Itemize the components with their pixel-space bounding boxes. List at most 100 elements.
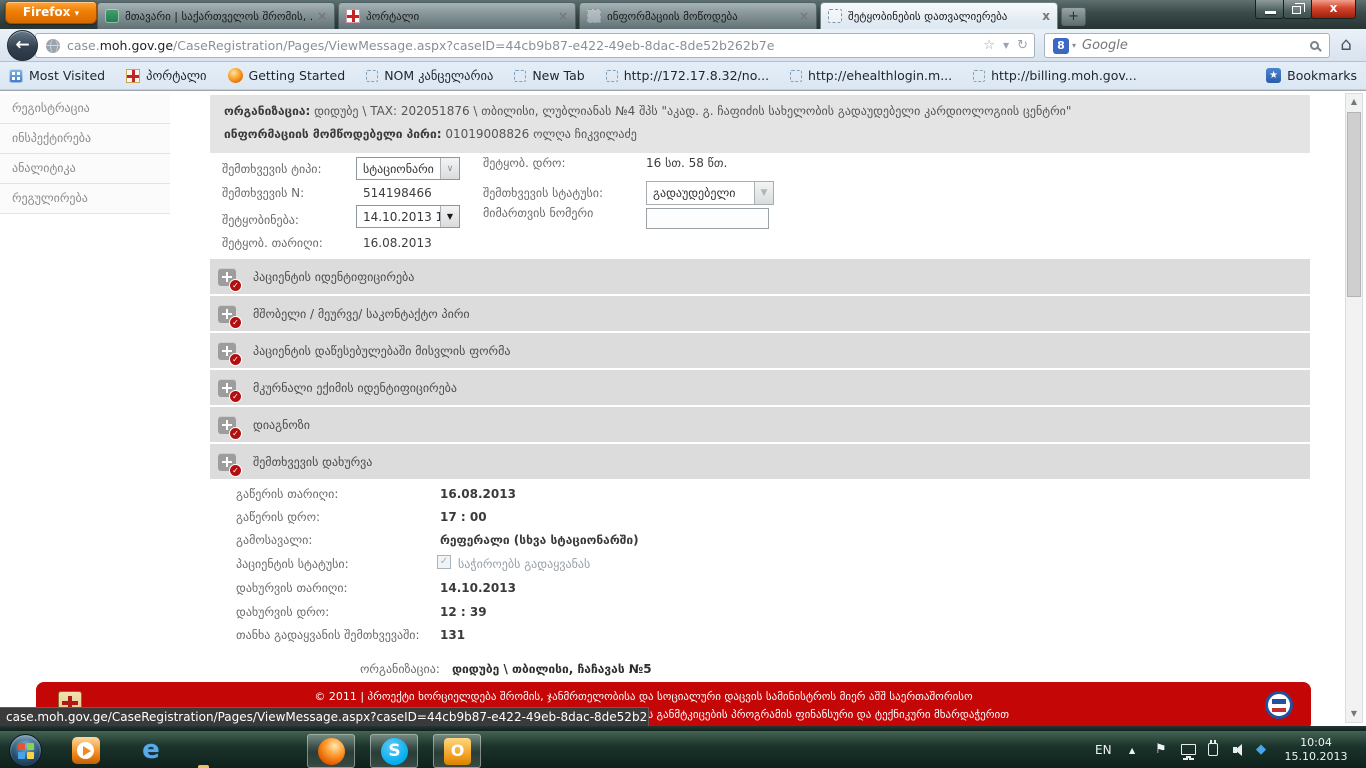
notification-time-label: შეტყობ. დრო: [483, 156, 565, 170]
engine-dropdown-icon[interactable]: ▾ [1072, 41, 1076, 50]
back-button[interactable]: ← [7, 30, 38, 61]
accordion-arrival-form[interactable]: ✓ პაციენტის დაწესებულებაში მისვლის ფორმა [210, 333, 1310, 368]
firefox-icon [318, 738, 345, 765]
clock-date: 15.10.2013 [1284, 750, 1348, 764]
bookmarks-toolbar: Most Visited პორტალი Getting Started NOM… [0, 62, 1366, 90]
google-engine-icon[interactable]: 8 [1053, 38, 1069, 54]
scrollbar-thumb[interactable] [1347, 112, 1361, 297]
restore-button[interactable] [1283, 0, 1312, 19]
accordion-case-closure[interactable]: ✓ შემთხვევის დახურვა [210, 444, 1310, 479]
placeholder-bookmark-icon [790, 70, 802, 82]
sidebar-item-inspection[interactable]: ინსპექტირება [0, 124, 170, 154]
hidden-icons-arrow-icon[interactable]: ▲ [1129, 732, 1135, 768]
notification-datetime-dropdown[interactable]: 14.10.2013 12:39 ▼ [356, 205, 460, 228]
taskbar-outlook-button[interactable]: O [433, 734, 481, 768]
search-icon[interactable] [1310, 41, 1319, 50]
tab-close-icon[interactable]: × [799, 9, 809, 23]
tab-close-icon[interactable]: × [558, 9, 568, 23]
closure-date-value: 14.10.2013 [440, 581, 516, 595]
language-indicator[interactable]: EN [1095, 732, 1112, 768]
minimize-button[interactable] [1255, 0, 1284, 19]
provider-line: ინფორმაციის მომწოდებელი პირი: 0101900882… [224, 127, 1296, 141]
accordion-attending-doctor[interactable]: ✓ მკურნალი ექიმის იდენტიფიცირება [210, 370, 1310, 405]
show-bookmarks-button[interactable]: ★Bookmarks [1266, 68, 1357, 83]
reload-icon[interactable]: ↻ [1017, 38, 1028, 53]
case-type-dropdown[interactable]: სტაციონარი ∨ [356, 157, 460, 180]
chevron-down-icon[interactable]: ∨ [440, 158, 459, 179]
firefox-icon [228, 68, 243, 83]
bookmark-portal[interactable]: პორტალი [126, 68, 206, 83]
status-bar-link-preview: case.moh.gov.ge/CaseRegistration/Pages/V… [0, 707, 649, 726]
sidebar-item-registration[interactable]: რეგისტრაცია [0, 94, 170, 124]
globe-site-icon [46, 39, 60, 53]
expand-plus-icon[interactable]: ✓ [218, 268, 236, 286]
screen: Firefox ▾ მთავარი | საქართველოს შრომის, … [0, 0, 1366, 768]
url-path: /CaseRegistration/Pages/ViewMessage.aspx… [173, 38, 975, 53]
transfer-amount-value: 131 [440, 628, 465, 642]
window-controls: x [1256, 0, 1356, 19]
new-tab-button[interactable]: + [1061, 7, 1086, 26]
tab-portal[interactable]: პორტალი × [338, 2, 576, 29]
expand-plus-icon[interactable]: ✓ [218, 379, 236, 397]
power-plug-icon[interactable] [1208, 743, 1218, 756]
accordion-parent-guardian-contact[interactable]: ✓ მშობელი / მეურვე/ საკონტაქტო პირი [210, 296, 1310, 331]
bookmark-nom-chancellery[interactable]: NOM კანცელარია [366, 68, 493, 83]
referral-number-input[interactable] [646, 208, 769, 229]
close-button[interactable]: x [1311, 0, 1356, 19]
tab-close-icon[interactable]: × [317, 9, 327, 23]
accordion-patient-identification[interactable]: ✓ პაციენტის იდენტიფიცირება [210, 259, 1310, 294]
file-explorer-icon[interactable] [197, 764, 225, 768]
notification-label: შეტყობინება: [222, 213, 299, 227]
tab-close-icon[interactable]: x [1042, 9, 1050, 23]
scroll-up-icon[interactable]: ▲ [1346, 94, 1362, 110]
tab-home[interactable]: მთავარი | საქართველოს შრომის, ... × [97, 2, 335, 29]
taskbar-skype-button[interactable]: S [370, 734, 418, 768]
navigation-bar: ← case. moh.gov.ge /CaseRegistration/Pag… [0, 29, 1366, 62]
case-status-dropdown[interactable]: გადაუდებელი ▼ [646, 181, 774, 205]
sidebar-item-analytics[interactable]: ანალიტიკა [0, 154, 170, 184]
clock-time: 10:04 [1284, 736, 1348, 750]
taskbar-firefox-button[interactable] [307, 734, 355, 768]
site-favicon-shield-icon [105, 9, 119, 23]
clock[interactable]: 10:04 15.10.2013 [1284, 736, 1348, 764]
bookmark-billing-moh[interactable]: http://billing.moh.gov... [973, 68, 1137, 83]
accordion-diagnosis[interactable]: ✓ დიაგნოზი [210, 407, 1310, 442]
closure-date-label: დახურვის თარიღი: [236, 581, 348, 595]
network-icon[interactable] [1181, 744, 1196, 755]
bookmark-most-visited[interactable]: Most Visited [9, 68, 105, 83]
patient-status-label: პაციენტის სტატუსი: [236, 557, 349, 571]
bookmark-ehealthlogin[interactable]: http://ehealthlogin.m... [790, 68, 952, 83]
vertical-scrollbar[interactable]: ▲ ▼ [1345, 93, 1363, 723]
scroll-down-icon[interactable]: ▼ [1346, 706, 1362, 722]
caret-down-icon[interactable]: ▼ [440, 206, 459, 227]
media-player-icon[interactable] [72, 737, 100, 764]
url-bar[interactable]: case. moh.gov.ge /CaseRegistration/Pages… [35, 33, 1035, 58]
sidebar-item-regulation[interactable]: რეგულირება [0, 184, 170, 214]
internet-explorer-icon[interactable]: e [137, 737, 165, 764]
check-badge-icon: ✓ [229, 464, 242, 477]
provider-label: ინფორმაციის მომწოდებელი პირი: [224, 127, 442, 141]
expand-plus-icon[interactable]: ✓ [218, 305, 236, 323]
bookmark-new-tab[interactable]: New Tab [514, 68, 584, 83]
bookmark-getting-started[interactable]: Getting Started [228, 68, 346, 83]
expand-plus-icon[interactable]: ✓ [218, 342, 236, 360]
action-center-flag-icon[interactable]: ⚑ [1155, 732, 1167, 768]
home-icon[interactable]: ⌂ [1332, 33, 1360, 58]
firefox-menu-button[interactable]: Firefox ▾ [5, 1, 97, 24]
patient-status-checkbox-label: საჭიროებს გადაყვანას [458, 557, 590, 571]
bookmark-172-17-8-32[interactable]: http://172.17.8.32/no... [606, 68, 769, 83]
search-box[interactable]: 8 ▾ Google [1044, 33, 1330, 58]
url-dropdown-icon[interactable]: ▼ [1003, 41, 1009, 50]
dropbox-icon[interactable]: ◆ [1256, 732, 1266, 768]
placeholder-bookmark-icon [366, 70, 378, 82]
tab-information-submission[interactable]: ინფორმაციის მოწოდება × [579, 2, 817, 29]
placeholder-favicon-icon [587, 9, 601, 23]
check-badge-icon: ✓ [229, 353, 242, 366]
patient-status-checkbox[interactable]: ✓ [437, 555, 451, 569]
bookmark-star-icon[interactable]: ☆ [983, 38, 995, 53]
expand-plus-icon[interactable]: ✓ [218, 453, 236, 471]
start-button[interactable] [9, 734, 42, 767]
volume-icon[interactable] [1233, 744, 1247, 756]
expand-plus-icon[interactable]: ✓ [218, 416, 236, 434]
tab-view-message-active[interactable]: შეტყობინების დათვალიერება x [820, 2, 1058, 29]
